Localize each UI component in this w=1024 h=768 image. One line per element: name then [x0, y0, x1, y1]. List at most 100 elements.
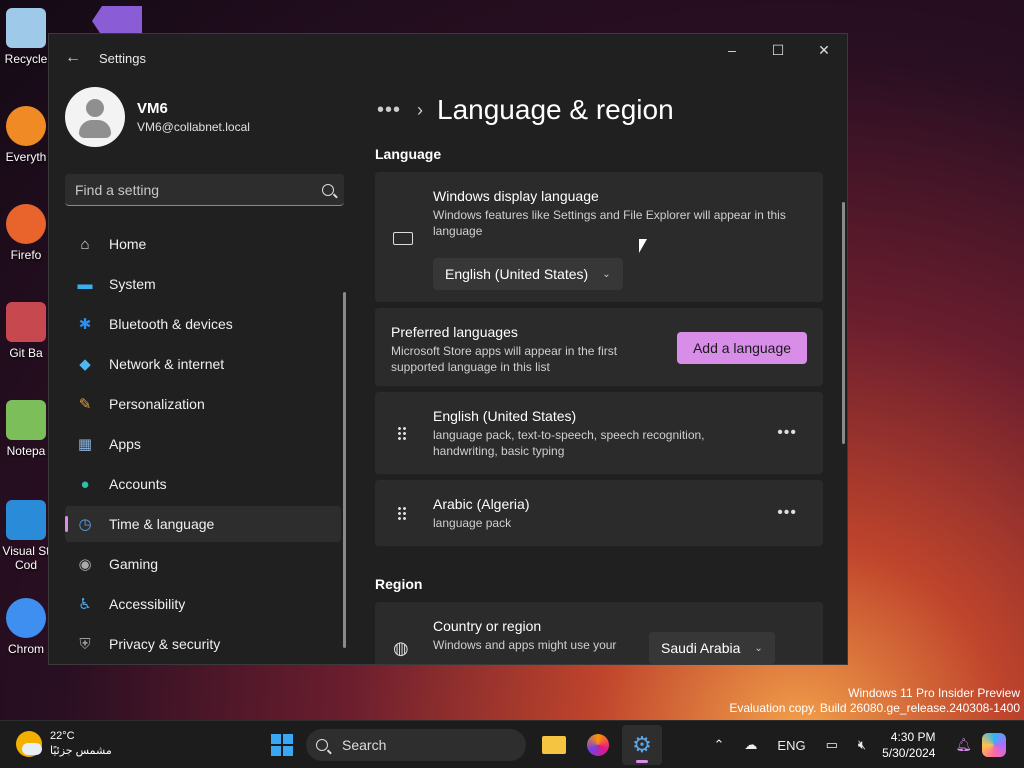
profile-email: VM6@collabnet.local [137, 120, 250, 134]
breadcrumb-more-button[interactable]: ••• [377, 99, 401, 122]
chevron-down-icon: ⌄ [602, 268, 611, 280]
bell-icon[interactable]: 🔔︎ [955, 737, 972, 753]
clock[interactable]: 4:30 PM 5/30/2024 [882, 729, 935, 761]
search-icon [316, 739, 328, 751]
clock-date: 5/30/2024 [882, 746, 936, 760]
sidebar-item-label: Network & internet [109, 356, 225, 372]
input-language[interactable]: ENG [777, 738, 805, 753]
globe-icon: ◍ [393, 638, 409, 658]
chevron-up-icon[interactable]: ⌃ [714, 737, 725, 753]
desktop-icon-chrome[interactable]: Chrom [0, 598, 52, 656]
system-icon: ▬ [77, 275, 93, 293]
system-tray: ⌃ ☁ ENG ▭ 🔇︎ 4:30 PM 5/30/2024 🔔︎ [704, 721, 1024, 768]
drag-handle-icon[interactable] [397, 426, 407, 442]
country-region-dropdown[interactable]: Saudi Arabia ⌄ [649, 632, 775, 664]
avatar [65, 87, 125, 147]
country-region-title: Country or region [433, 618, 542, 634]
gaming-icon: ◉ [78, 556, 92, 573]
desktop-icon-firefox[interactable]: Firefo [0, 204, 52, 262]
sidebar-item-accessibility[interactable]: ♿ Accessibility [65, 586, 341, 622]
desktop-icon-label: Notepa [6, 444, 46, 458]
window-controls: – ☐ ✕ [709, 34, 847, 66]
title-bar: ← Settings – ☐ ✕ [49, 34, 847, 82]
start-button[interactable] [262, 725, 302, 765]
desktop-icon-label: Firefo [10, 248, 42, 262]
sidebar-item-bluetooth[interactable]: ✱ Bluetooth & devices [65, 306, 341, 342]
sidebar-item-label: Apps [109, 436, 141, 452]
sidebar-item-privacy[interactable]: ⛨ Privacy & security [65, 626, 341, 662]
apps-icon: ▦ [77, 436, 93, 453]
sidebar-item-network[interactable]: ◆ Network & internet [65, 346, 341, 382]
firefox-icon [587, 734, 609, 756]
cloud-off-icon[interactable]: ☁ [744, 737, 757, 753]
accessibility-icon: ♿ [78, 596, 92, 613]
clock-time: 4:30 PM [890, 730, 936, 744]
sidebar-scrollbar[interactable] [343, 292, 346, 648]
back-arrow-icon: ← [65, 49, 81, 66]
time-language-icon: ◷ [78, 516, 92, 533]
back-button[interactable]: ← [49, 34, 97, 82]
sidebar-item-personalization[interactable]: ✎ Personalization [65, 386, 341, 422]
settings-taskbar-button[interactable]: ⚙ [622, 725, 662, 765]
main-scrollbar[interactable] [842, 202, 845, 444]
sidebar-item-time-language[interactable]: ◷ Time & language [65, 506, 341, 542]
search-input[interactable] [75, 181, 322, 198]
more-options-icon[interactable]: ••• [777, 424, 797, 442]
volume-muted-icon[interactable]: 🔇︎ [858, 737, 866, 753]
sidebar-item-gaming[interactable]: ◉ Gaming [65, 546, 341, 582]
chevron-right-icon: › [417, 99, 424, 120]
sidebar-item-system[interactable]: ▬ System [65, 266, 341, 302]
weather-widget[interactable]: 22°C مشمس جزئيًا [16, 729, 112, 759]
minimize-button[interactable]: – [709, 34, 755, 66]
maximize-button[interactable]: ☐ [755, 34, 801, 66]
sidebar-item-label: System [109, 276, 156, 292]
desktop-icon-label: Visual St Cod [2, 544, 50, 572]
chevron-down-icon: ⌄ [754, 642, 763, 654]
notepad-icon [6, 400, 46, 440]
sidebar-item-label: Personalization [109, 396, 205, 412]
more-options-icon[interactable]: ••• [777, 504, 797, 522]
display-language-dropdown[interactable]: English (United States) ⌄ [433, 258, 623, 290]
display-language-subtitle: Windows features like Settings and File … [433, 208, 786, 238]
firefox-taskbar-button[interactable] [578, 725, 618, 765]
evaluation-watermark: Windows 11 Pro Insider Preview Evaluatio… [729, 686, 1020, 716]
search-icon[interactable] [322, 183, 334, 196]
watermark-line2: Evaluation copy. Build 26080.ge_release.… [729, 701, 1020, 715]
weather-temp: 22°C [50, 730, 75, 742]
preferred-languages-subtitle: Microsoft Store apps will appear in the … [391, 344, 618, 374]
file-explorer-button[interactable] [534, 725, 574, 765]
language-name: Arabic (Algeria) [433, 496, 530, 512]
display-language-card: Windows display language Windows feature… [375, 172, 823, 302]
country-region-value: Saudi Arabia [661, 640, 741, 656]
cursor-icon [639, 239, 647, 253]
desktop-icon-recycle-bin[interactable]: Recycle [0, 8, 52, 66]
desktop-icon-notepad[interactable]: Notepa [0, 400, 52, 458]
visual-studio-icon[interactable] [92, 6, 142, 36]
language-item[interactable]: English (United States) language pack, t… [375, 392, 823, 474]
taskbar-search-label: Search [342, 737, 387, 753]
desktop-icon-git-bash[interactable]: Git Ba [0, 302, 52, 360]
gear-icon: ⚙ [632, 732, 652, 757]
vscode-icon [6, 500, 46, 540]
add-language-button[interactable]: Add a language [677, 332, 807, 364]
sidebar-item-accounts[interactable]: ● Accounts [65, 466, 341, 502]
desktop-icon-label: Everyth [5, 150, 47, 164]
nav-list: ⌂ Home ▬ System ✱ Bluetooth & devices ◆ Netw… [49, 226, 359, 662]
language-detail: language pack, text-to-speech, speech re… [433, 428, 705, 458]
sidebar-item-label: Accounts [109, 476, 167, 492]
sidebar-item-home[interactable]: ⌂ Home [65, 226, 341, 262]
close-button[interactable]: ✕ [801, 34, 847, 66]
desktop-icon-vscode[interactable]: Visual St Cod [0, 500, 52, 572]
sidebar: VM6 VM6@collabnet.local ⌂ Home ▬ System ✱ B… [49, 82, 359, 664]
sidebar-item-label: Home [109, 236, 147, 252]
profile[interactable]: VM6 VM6@collabnet.local [49, 82, 359, 152]
copilot-icon[interactable] [982, 733, 1006, 757]
desktop-icon-everything[interactable]: Everyth [0, 106, 52, 164]
bluetooth-icon: ✱ [78, 316, 92, 333]
sidebar-item-apps[interactable]: ▦ Apps [65, 426, 341, 462]
network-icon[interactable]: ▭ [826, 737, 838, 753]
taskbar-search[interactable]: Search [306, 729, 526, 761]
language-item[interactable]: Arabic (Algeria) language pack ••• [375, 480, 823, 546]
folder-icon [542, 736, 566, 754]
drag-handle-icon[interactable] [397, 506, 407, 522]
